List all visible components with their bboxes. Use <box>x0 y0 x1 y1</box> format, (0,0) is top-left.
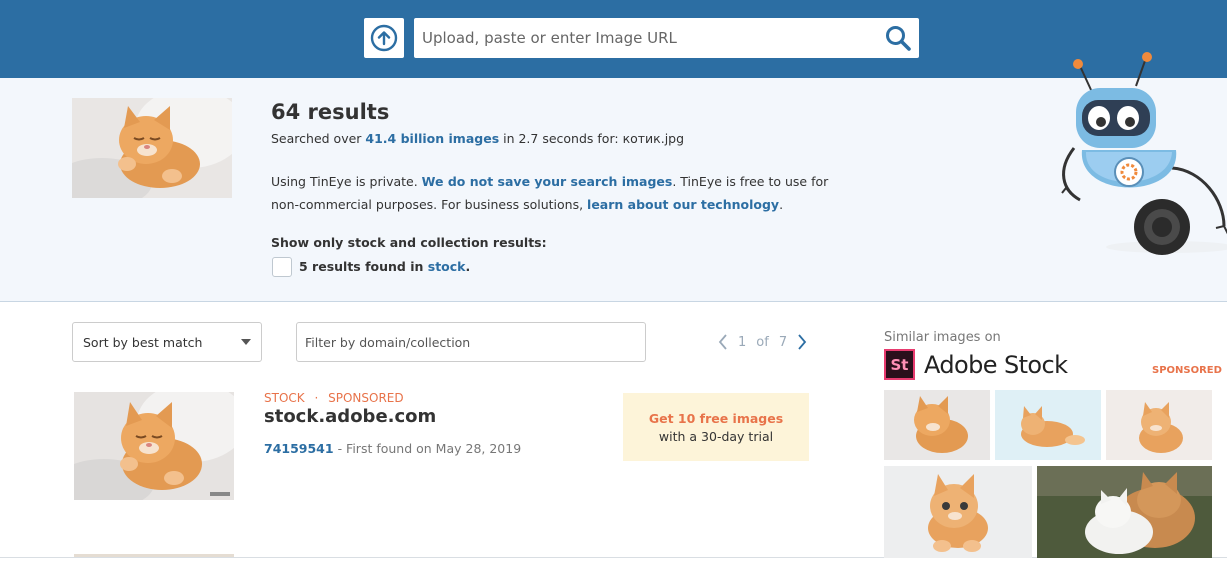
index-size-link[interactable]: 41.4 billion images <box>365 131 499 146</box>
result-meta: 74159541 - First found on May 28, 2019 <box>264 441 522 456</box>
results-count-title: 64 results <box>271 100 390 124</box>
privacy-notice: Using TinEye is private. We do not save … <box>271 174 829 212</box>
next-page-button[interactable] <box>797 334 807 350</box>
tag-sponsored: SPONSORED <box>328 391 404 405</box>
similar-image-3[interactable] <box>1106 390 1212 460</box>
sort-dropdown[interactable]: Sort by best match <box>72 322 262 362</box>
result-image-thumbnail[interactable] <box>74 392 234 500</box>
magnifier-icon <box>886 26 911 51</box>
image-url-input[interactable] <box>422 18 877 58</box>
adobe-stock-wordmark: Adobe Stock <box>924 350 1068 379</box>
similar-image-5[interactable] <box>1037 466 1212 558</box>
stock-only-checkbox[interactable] <box>272 257 292 277</box>
adobe-stock-logo[interactable]: St Adobe Stock <box>884 349 1068 380</box>
search-summary-panel: 64 results Searched over 41.4 billion im… <box>0 78 1227 302</box>
total-pages: 7 <box>778 334 788 350</box>
chevron-left-icon <box>718 334 727 350</box>
sidebar-sponsored-label: SPONSORED <box>1152 365 1222 376</box>
chevron-right-icon <box>798 334 807 350</box>
pagination: 1 of 7 <box>718 330 807 354</box>
similar-image-1[interactable] <box>884 390 990 460</box>
promo-title: Get 10 free images <box>648 410 784 426</box>
adobe-stock-badge-icon: St <box>884 349 915 380</box>
stock-filter-label: 5 results found in stock. <box>299 259 471 274</box>
sort-selected-value: Sort by best match <box>83 334 203 350</box>
free-images-promo[interactable]: Get 10 free images with a 30-day trial <box>623 393 809 461</box>
tag-separator: · <box>314 391 319 405</box>
query-image-thumbnail <box>72 98 232 198</box>
similar-images-label: Similar images on <box>884 330 1001 345</box>
tag-stock: STOCK <box>264 391 305 405</box>
search-button[interactable] <box>881 22 915 54</box>
similar-image-2[interactable] <box>995 390 1101 460</box>
result-id-link[interactable]: 74159541 <box>264 441 334 456</box>
result-domain-link[interactable]: stock.adobe.com <box>264 406 436 427</box>
stock-link[interactable]: stock <box>428 259 466 274</box>
page-of-label: of <box>756 334 769 350</box>
promo-subtitle: with a 30-day trial <box>658 428 774 444</box>
top-bar <box>0 0 1227 78</box>
result-tags: STOCK · SPONSORED <box>264 391 404 405</box>
stock-filter-heading: Show only stock and collection results: <box>271 235 547 250</box>
domain-filter-input[interactable] <box>296 322 646 362</box>
upload-arrow-icon <box>370 24 398 52</box>
privacy-link[interactable]: We do not save your search images <box>422 174 673 189</box>
upload-button[interactable] <box>364 18 404 58</box>
business-link[interactable]: learn about our technology <box>587 197 779 212</box>
robot-mascot <box>1052 50 1227 255</box>
search-box <box>414 18 919 58</box>
searched-filename: котик.jpg <box>622 131 685 146</box>
similar-image-4[interactable] <box>884 466 1032 558</box>
prev-page-button[interactable] <box>718 334 728 350</box>
caret-down-icon <box>241 339 251 345</box>
current-page: 1 <box>738 334 747 350</box>
searched-summary: Searched over 41.4 billion images in 2.7… <box>271 131 685 146</box>
